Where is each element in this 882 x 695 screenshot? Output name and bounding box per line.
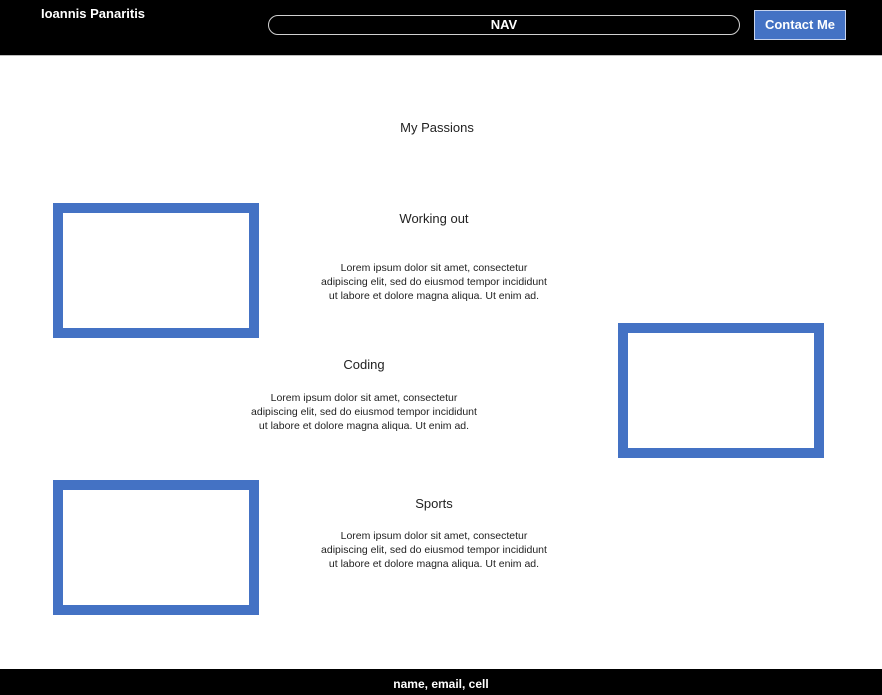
header-divider: [0, 55, 882, 56]
image-placeholder-coding: [618, 323, 824, 458]
page: Ioannis Panaritis NAV Contact Me My Pass…: [0, 0, 882, 695]
section-text-coding: Lorem ipsum dolor sit amet, consectetur …: [251, 392, 477, 432]
page-title: My Passions: [400, 120, 474, 135]
section-title-coding: Coding: [343, 357, 385, 372]
footer-contact-text: name, email, cell: [393, 677, 489, 691]
site-name: Ioannis Panaritis: [41, 6, 146, 21]
image-placeholder-working-out: [53, 203, 259, 338]
section-title-sports: Sports: [415, 496, 453, 511]
section-text-sports: Lorem ipsum dolor sit amet, consectetur …: [321, 530, 547, 570]
footer-bar: name, email, cell: [0, 669, 882, 695]
section-text-working-out: Lorem ipsum dolor sit amet, consectetur …: [321, 262, 547, 302]
image-placeholder-sports: [53, 480, 259, 615]
contact-me-button[interactable]: Contact Me: [754, 10, 846, 40]
nav-bar[interactable]: NAV: [268, 15, 740, 35]
header-bar: Ioannis Panaritis NAV Contact Me: [0, 0, 882, 55]
section-title-working-out: Working out: [399, 211, 469, 226]
